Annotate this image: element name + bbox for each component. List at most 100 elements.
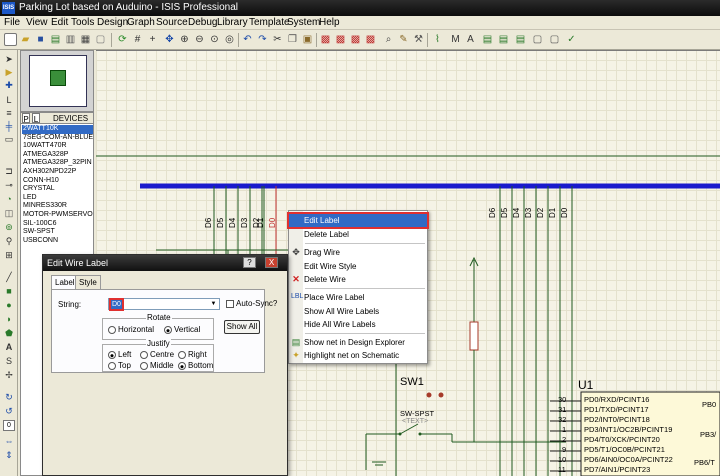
save-icon[interactable]: ■ (34, 33, 47, 46)
list-item[interactable]: 10WATT470R (22, 142, 93, 151)
list-item[interactable]: SW-SPST (22, 228, 93, 237)
menu-library[interactable]: Library (217, 17, 248, 28)
symbol-icon[interactable]: S (3, 356, 15, 367)
menu-item-show-all-wire-labels[interactable]: Show All Wire Labels (289, 305, 427, 318)
rotation-field[interactable]: 0 (3, 420, 15, 431)
paste-icon[interactable]: ▣ (301, 33, 314, 46)
wire-label-d6[interactable]: D6 (488, 208, 497, 218)
list-item[interactable]: ATMEGA328P_32PIN (22, 159, 93, 168)
new-sheet-icon[interactable]: ▤ (497, 33, 510, 46)
zoom-area-icon[interactable]: ◎ (223, 33, 236, 46)
menu-item-delete-wire[interactable]: ✕ Delete Wire (289, 273, 427, 286)
list-item[interactable]: AXH302NPD22P (22, 168, 93, 177)
text-icon[interactable]: A (3, 342, 15, 353)
copy-icon[interactable]: ❐ (286, 33, 299, 46)
menu-tools[interactable]: Tools (71, 17, 94, 28)
mirror-h-icon[interactable]: ⇔ (3, 436, 15, 447)
wire-label-d1[interactable]: D1 (256, 218, 265, 228)
wire-label-d0[interactable]: D0 (560, 208, 569, 218)
list-item[interactable]: MOTOR-PWMSERVO (22, 211, 93, 220)
origin-icon[interactable]: + (146, 33, 159, 46)
pick-device-icon[interactable]: ⌕ (382, 33, 395, 46)
wire-label-d0[interactable]: D0 (268, 218, 277, 228)
string-input[interactable]: D0 ▼ (108, 298, 220, 311)
list-item[interactable]: ATMEGA328P (22, 151, 93, 160)
wire-label-d6[interactable]: D6 (204, 218, 213, 228)
remove-sheet-icon[interactable]: ▤ (514, 33, 527, 46)
wire-label-d3[interactable]: D3 (240, 218, 249, 228)
terminal-icon[interactable]: ⊐ (3, 166, 15, 177)
import-icon[interactable]: ▤ (49, 33, 62, 46)
make-device-icon[interactable]: ✎ (397, 33, 410, 46)
menu-file[interactable]: File (4, 17, 20, 28)
erc-icon[interactable]: ✓ (565, 33, 578, 46)
property-tool-icon[interactable]: A (464, 33, 477, 46)
menu-item-place-wire-label[interactable]: LBL Place Wire Label (289, 291, 427, 304)
menu-debug[interactable]: Debug (188, 17, 217, 28)
list-item[interactable]: CRYSTAL (22, 185, 93, 194)
instrument-icon[interactable]: ⊞ (3, 250, 15, 261)
list-item[interactable]: SIL-100C6 (22, 220, 93, 229)
wire-label-d2[interactable]: D2 (536, 208, 545, 218)
menu-item-hide-all-wire-labels[interactable]: Hide All Wire Labels (289, 318, 427, 331)
graph-icon[interactable]: ◔ (3, 194, 15, 205)
refresh-icon[interactable]: ⟳ (116, 33, 129, 46)
rotate-cw-icon[interactable]: ↻ (3, 392, 15, 403)
new-icon[interactable] (4, 33, 17, 46)
menu-template[interactable]: Template (249, 17, 290, 28)
block-rotate-icon[interactable]: ▩ (349, 33, 362, 46)
circle-icon[interactable]: ● (3, 300, 15, 311)
close-button[interactable]: X (265, 257, 278, 268)
block-move-icon[interactable]: ▩ (334, 33, 347, 46)
list-item[interactable]: LED (22, 194, 93, 203)
list-item[interactable]: 7SEG-COM-AN-BLUE (22, 134, 93, 143)
menu-design[interactable]: Design (97, 17, 128, 28)
menu-item-delete-label[interactable]: Delete Label (289, 228, 427, 241)
wire-label-d4[interactable]: D4 (228, 218, 237, 228)
menu-item-drag-wire[interactable]: ✥ Drag Wire (289, 246, 427, 259)
zoom-in-icon[interactable]: ⊕ (178, 33, 191, 46)
overview-window[interactable] (20, 50, 94, 112)
pin-icon[interactable]: ⊸ (3, 180, 15, 191)
menu-item-edit-label[interactable]: Edit Label (287, 212, 429, 229)
cut-icon[interactable]: ✂ (271, 33, 284, 46)
list-item[interactable]: CONN-H10 (22, 177, 93, 186)
menu-source[interactable]: Source (156, 17, 188, 28)
zoom-out-icon[interactable]: ⊖ (193, 33, 206, 46)
menu-system[interactable]: System (287, 17, 320, 28)
block-delete-icon[interactable]: ▩ (364, 33, 377, 46)
print-area-icon[interactable]: ▢ (94, 33, 107, 46)
library-manager-button[interactable]: L (32, 113, 40, 124)
line-icon[interactable]: ╱ (3, 272, 15, 283)
tape-icon[interactable]: ◫ (3, 208, 15, 219)
menu-graph[interactable]: Graph (127, 17, 155, 28)
marker-icon[interactable]: ✢ (3, 370, 15, 381)
junction-icon[interactable]: ✚ (3, 80, 15, 91)
zoom-all-icon[interactable]: ⊙ (208, 33, 221, 46)
menu-item-edit-wire-style[interactable]: Edit Wire Style (289, 260, 427, 273)
wire-label-d5[interactable]: D5 (216, 218, 225, 228)
redo-icon[interactable]: ↷ (256, 33, 269, 46)
bus-icon[interactable]: ╪ (3, 121, 15, 132)
pick-device-button[interactable]: P (22, 113, 30, 124)
mirror-v-icon[interactable]: ⇕ (3, 450, 15, 461)
tab-style[interactable]: Style (75, 275, 101, 289)
sheet-up-icon[interactable]: ▢ (531, 33, 544, 46)
subcircuit-icon[interactable]: ▭ (3, 134, 15, 145)
print-icon[interactable]: ▦ (79, 33, 92, 46)
select-icon[interactable]: ➤ (3, 54, 15, 65)
undo-icon[interactable]: ↶ (241, 33, 254, 46)
wire-autoroute-icon[interactable]: ⌇ (431, 33, 444, 46)
bill-of-materials-icon[interactable]: ▢ (548, 33, 561, 46)
menu-item-highlight-net[interactable]: ✦ Highlight net on Schematic (289, 349, 427, 362)
search-icon[interactable]: M (449, 33, 462, 46)
menu-edit[interactable]: Edit (51, 17, 68, 28)
generator-icon[interactable]: ⊚ (3, 222, 15, 233)
pan-icon[interactable]: ✥ (163, 33, 176, 46)
chevron-down-icon[interactable]: ▼ (209, 300, 218, 308)
wire-label-d1[interactable]: D1 (548, 208, 557, 218)
wire-label-d4[interactable]: D4 (512, 208, 521, 218)
box-icon[interactable]: ■ (3, 286, 15, 297)
show-all-button[interactable]: Show All (224, 320, 260, 334)
list-item[interactable]: 2WATT10K (22, 125, 93, 134)
